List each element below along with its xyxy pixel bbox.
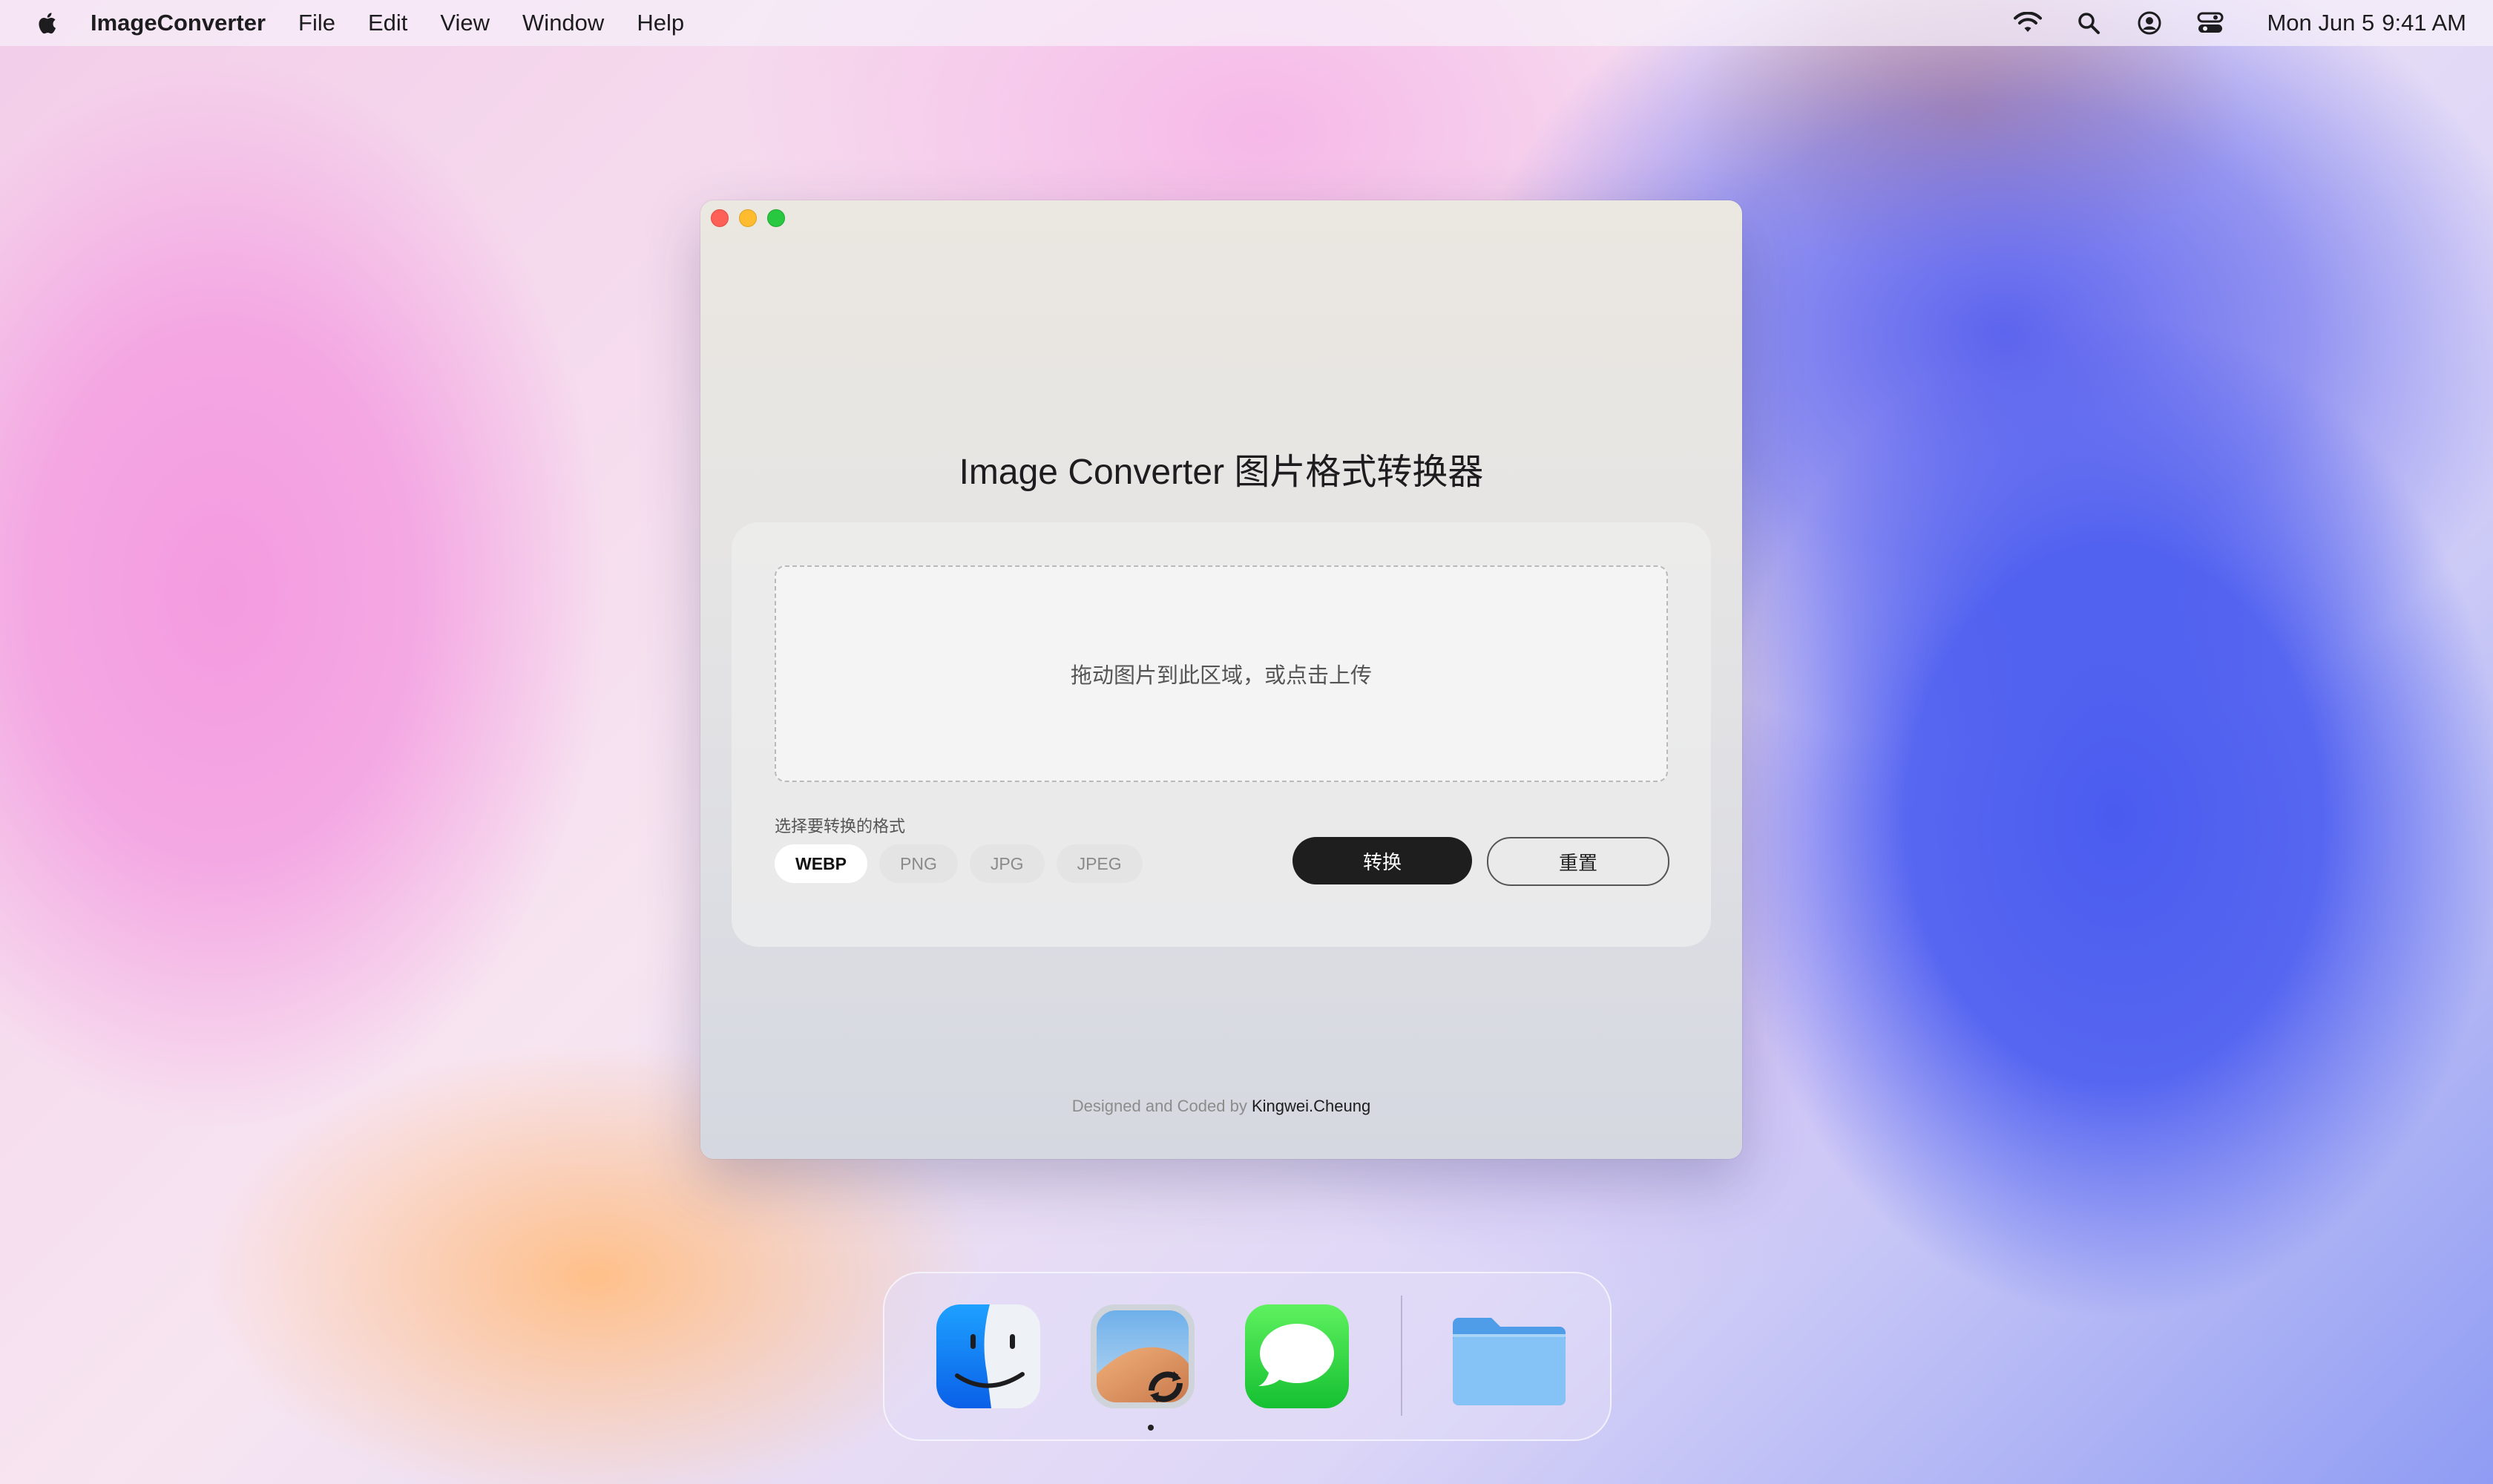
menu-file[interactable]: File: [298, 10, 335, 36]
dropzone-text: 拖动图片到此区域，或点击上传: [1070, 664, 1372, 688]
apple-logo-icon[interactable]: [33, 8, 62, 38]
footer-prefix: Designed and Coded by: [1071, 1097, 1247, 1115]
format-option-jpg[interactable]: JPG: [969, 844, 1045, 883]
clock-date: Mon Jun 5: [2267, 10, 2375, 36]
menu-app-name[interactable]: ImageConverter: [91, 10, 266, 36]
format-option-webp[interactable]: WEBP: [775, 844, 867, 883]
menu-bar: ImageConverter File Edit View Window Hel…: [0, 0, 2493, 46]
wifi-icon[interactable]: [2011, 7, 2044, 39]
menu-bar-clock[interactable]: Mon Jun 5 9:41 AM: [2259, 10, 2466, 36]
format-label: 选择要转换的格式: [775, 817, 906, 835]
footer-credit: Designed and Coded by Kingwei.Cheung: [700, 1097, 1742, 1116]
dock: [883, 1272, 1612, 1441]
clock-time: 9:41 AM: [2382, 10, 2466, 36]
finder-icon[interactable]: [933, 1301, 1043, 1411]
format-option-jpeg[interactable]: JPEG: [1056, 844, 1143, 883]
image-converter-app-icon[interactable]: [1088, 1301, 1198, 1411]
window-controls: [711, 209, 785, 227]
close-window-button[interactable]: [711, 209, 729, 227]
reset-button[interactable]: 重置: [1487, 837, 1669, 886]
spotlight-search-icon[interactable]: [2072, 7, 2105, 39]
dock-separator: [1401, 1296, 1402, 1416]
format-selector: WEBP PNG JPG JPEG: [775, 844, 1143, 883]
menu-edit[interactable]: Edit: [368, 10, 407, 36]
messages-icon[interactable]: [1242, 1301, 1352, 1411]
footer-author-link[interactable]: Kingwei.Cheung: [1252, 1097, 1370, 1115]
image-converter-window: Image Converter 图片格式转换器 拖动图片到此区域，或点击上传 选…: [700, 200, 1742, 1159]
menu-help[interactable]: Help: [637, 10, 684, 36]
menu-window[interactable]: Window: [522, 10, 604, 36]
converter-card: 拖动图片到此区域，或点击上传 选择要转换的格式 WEBP PNG JPG JPE…: [732, 522, 1711, 947]
convert-button[interactable]: 转换: [1293, 837, 1472, 884]
upload-dropzone[interactable]: 拖动图片到此区域，或点击上传: [775, 565, 1668, 782]
menu-view[interactable]: View: [440, 10, 490, 36]
minimize-window-button[interactable]: [739, 209, 757, 227]
control-center-icon[interactable]: [2194, 7, 2227, 39]
folder-icon[interactable]: [1450, 1301, 1569, 1411]
page-title: Image Converter 图片格式转换器: [959, 453, 1484, 492]
user-account-icon[interactable]: [2133, 7, 2166, 39]
running-indicator-dot: [1148, 1425, 1154, 1431]
format-option-png[interactable]: PNG: [879, 844, 958, 883]
menu-bar-extras: Mon Jun 5 9:41 AM: [1983, 0, 2466, 46]
zoom-window-button[interactable]: [767, 209, 785, 227]
